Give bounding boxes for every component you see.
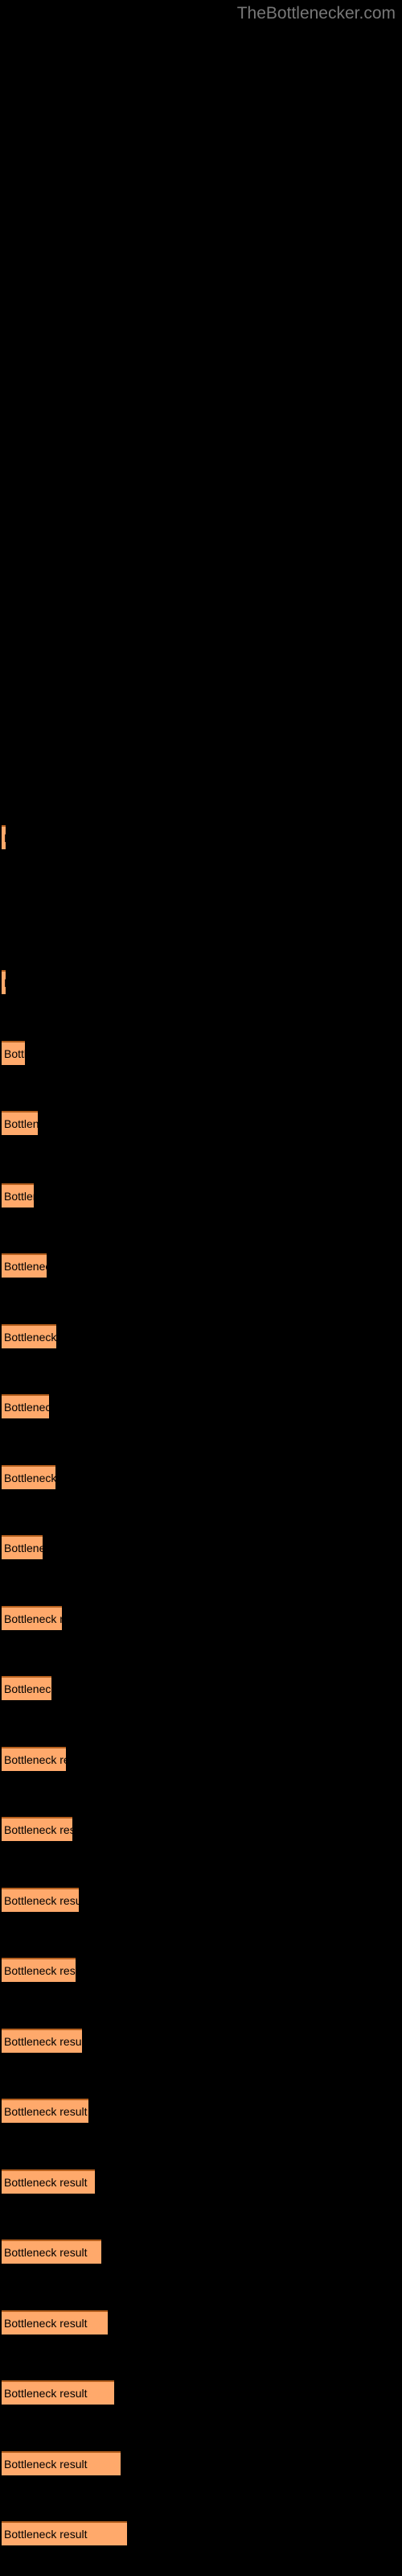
bar-segment[interactable]: Bottleneck result (2, 2029, 82, 2053)
bar-label: Bottleneck result (4, 1964, 76, 1977)
bar-segment[interactable]: Bottleneck result (2, 1394, 49, 1418)
bar-label: Bottleneck result (4, 2105, 88, 2118)
bar-label: Bottleneck result (4, 1542, 43, 1554)
bar-segment[interactable]: Bottleneck result (2, 1958, 76, 1982)
bar-segment[interactable]: Bottleneck result (2, 1676, 51, 1700)
bar-segment[interactable]: Bottleneck result (2, 2521, 127, 2545)
bar-segment[interactable]: Bottleneck result (2, 2310, 108, 2334)
bar-segment[interactable]: Bottleneck result (2, 1888, 79, 1912)
chart-plot-area: Bottleneck result Bottleneck result Bottle… (0, 0, 402, 2576)
bar-label: Bottleneck result (4, 2528, 88, 2541)
bar-label: Bottleneck result (4, 1190, 34, 1203)
bar-label: Bottleneck result (4, 1401, 49, 1414)
bar-label: Bottleneck result (4, 1612, 62, 1625)
bar-label: Bottleneck result (4, 2458, 88, 2471)
bar-label: Bottleneck result (4, 1472, 55, 1484)
bar-segment[interactable]: Bottleneck result (2, 2451, 121, 2475)
bar-segment[interactable]: Bottleneck result (2, 1041, 25, 1065)
bar-segment[interactable]: Bottleneck result (2, 2099, 88, 2123)
bar-label: Bottleneck result (4, 2035, 82, 2048)
bar-segment[interactable]: Bottleneck result (2, 825, 6, 849)
bar-segment[interactable]: Bottleneck result (2, 1606, 62, 1630)
bar-label: Bottleneck result (4, 1260, 47, 1273)
bar-segment[interactable]: Bottleneck result (2, 1535, 43, 1559)
bar-segment[interactable]: Bottleneck result (2, 1747, 66, 1771)
bar-label: Bottleneck result (4, 1331, 56, 1344)
bar-segment[interactable]: Bottleneck result (2, 970, 6, 994)
bar-segment[interactable]: Bottleneck result (2, 1111, 38, 1135)
bar-segment[interactable]: Bottleneck result (2, 2240, 101, 2264)
bar-segment[interactable]: Bottleneck result (2, 1465, 55, 1489)
bottleneck-bar-chart: Bottleneck result Bottleneck result Bottle… (0, 0, 402, 2576)
bar-segment[interactable]: Bottleneck result (2, 1183, 34, 1208)
bar-label: Bottleneck result (4, 1894, 79, 1907)
bar-label: Bottleneck result (4, 977, 6, 989)
bar-segment[interactable]: Bottleneck result (2, 1253, 47, 1278)
bar-label: Bottleneck result (4, 1753, 66, 1766)
bar-label: Bottleneck result (4, 2246, 88, 2259)
bar-label: Bottleneck result (4, 832, 6, 844)
bar-label: Bottleneck result (4, 1823, 72, 1836)
bar-segment[interactable]: Bottleneck result (2, 2169, 95, 2194)
bar-label: Bottleneck result (4, 2387, 88, 2400)
bar-label: Bottleneck result (4, 1117, 38, 1130)
bar-label: Bottleneck result (4, 1682, 51, 1695)
bar-label: Bottleneck result (4, 1047, 25, 1060)
bar-label: Bottleneck result (4, 2176, 88, 2189)
bar-segment[interactable]: Bottleneck result (2, 2380, 114, 2405)
bar-label: Bottleneck result (4, 2317, 88, 2330)
bar-segment[interactable]: Bottleneck result (2, 1324, 56, 1348)
bar-segment[interactable]: Bottleneck result (2, 1817, 72, 1841)
